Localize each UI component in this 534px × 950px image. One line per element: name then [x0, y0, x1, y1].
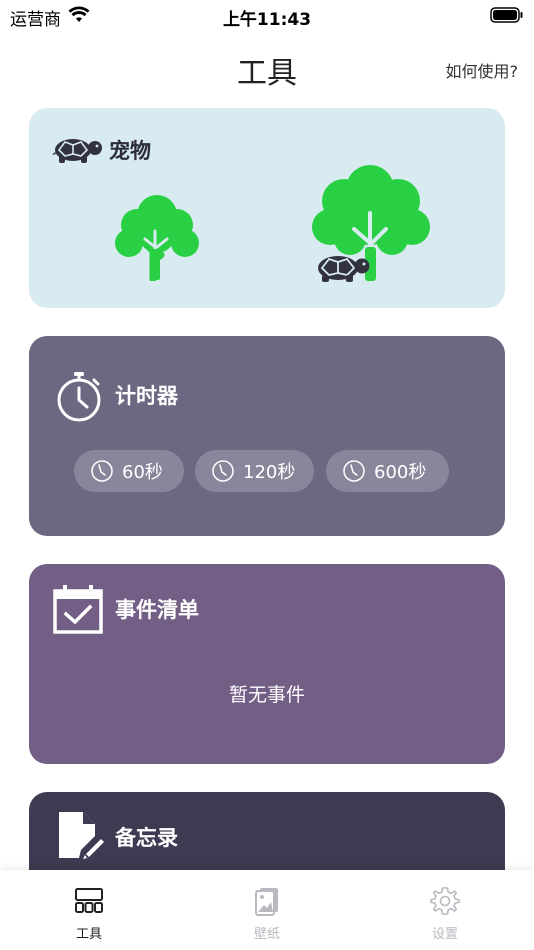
- grid-icon: [75, 888, 103, 913]
- pet-card[interactable]: 宠物: [29, 108, 505, 308]
- memo-card-title: 备忘录: [115, 826, 178, 850]
- events-card-title: 事件清单: [115, 598, 199, 622]
- clock-icon: [343, 460, 365, 482]
- tab-settings-label: 设置: [431, 927, 458, 942]
- tab-wallpaper-label: 壁纸: [253, 927, 280, 942]
- timer-preset-label: 120秒: [243, 462, 296, 483]
- timer-card-title: 计时器: [115, 384, 178, 408]
- tab-bar: 工具 壁纸 设置: [0, 870, 534, 950]
- tree-icon: [115, 195, 199, 281]
- timer-preset-button[interactable]: 600秒: [326, 450, 449, 492]
- gear-icon: [430, 887, 460, 915]
- status-time: 上午11:43: [222, 10, 312, 30]
- calendar-check-icon: [53, 585, 103, 634]
- events-empty-text: 暂无事件: [228, 684, 305, 706]
- tab-tools-label: 工具: [75, 927, 102, 942]
- stopwatch-icon: [57, 372, 101, 422]
- timer-preset-label: 600秒: [374, 462, 427, 483]
- tab-settings[interactable]: 设置: [356, 870, 534, 950]
- wallpaper-icon: [255, 888, 278, 916]
- clock-icon: [91, 460, 113, 482]
- clock-icon: [212, 460, 234, 482]
- events-card[interactable]: 事件清单 暂无事件: [29, 564, 505, 764]
- tab-wallpaper[interactable]: 壁纸: [178, 870, 356, 950]
- turtle-icon: [52, 139, 102, 163]
- timer-preset-button[interactable]: 120秒: [195, 450, 314, 492]
- battery-icon: [490, 7, 523, 23]
- help-button[interactable]: 如何使用?: [446, 58, 519, 82]
- memo-edit-icon: [59, 812, 104, 859]
- tab-tools[interactable]: 工具: [0, 870, 178, 950]
- timer-preset-button[interactable]: 60秒: [74, 450, 184, 492]
- timer-preset-label: 60秒: [122, 462, 163, 483]
- timer-card[interactable]: 计时器 60秒 120秒 600秒: [29, 336, 505, 536]
- pet-card-title: 宠物: [109, 139, 151, 163]
- status-bar: 运营商 上午11:43: [0, 0, 534, 32]
- turtle-icon: [318, 256, 370, 282]
